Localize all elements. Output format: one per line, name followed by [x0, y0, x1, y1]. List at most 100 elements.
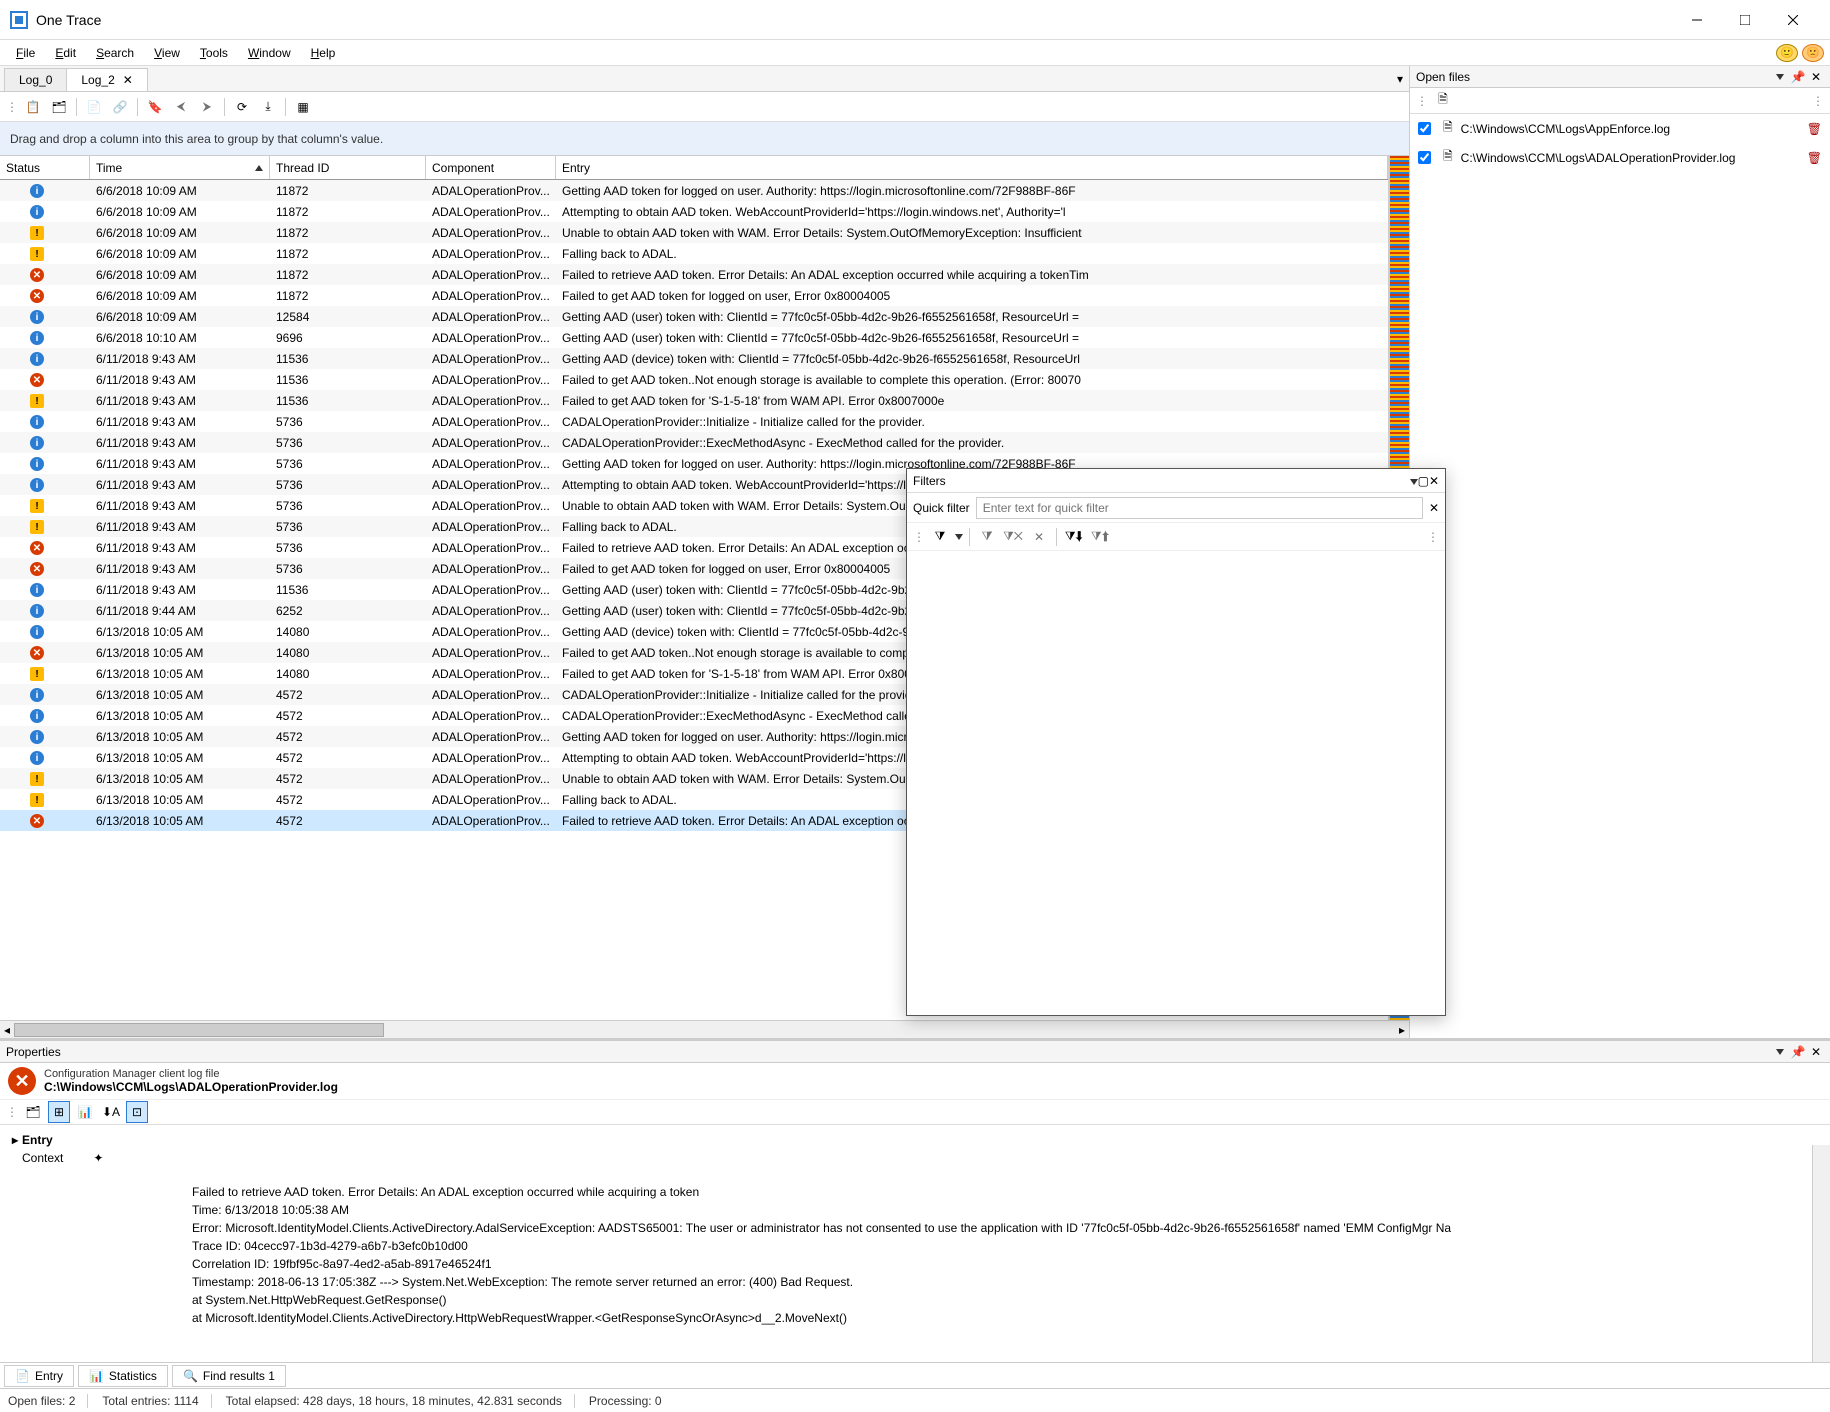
new-file-button[interactable]: 🗎	[1432, 90, 1454, 112]
quick-filter-input[interactable]	[976, 497, 1423, 519]
horizontal-scrollbar[interactable]: ◂ ▸	[0, 1020, 1409, 1038]
col-thread[interactable]: Thread ID	[270, 156, 426, 179]
copy2-button[interactable]: 📄	[83, 96, 105, 118]
link-button[interactable]: 🔗	[109, 96, 131, 118]
cell-component: ADALOperationProv...	[426, 287, 556, 305]
feedback-frown-icon[interactable]: 🙁	[1802, 44, 1824, 62]
minimize-button[interactable]	[1678, 5, 1724, 35]
filter-save-icon[interactable]: ⧩⬆	[1089, 526, 1111, 548]
log-row[interactable]: i6/11/2018 9:43 AM5736ADALOperationProv.…	[0, 411, 1388, 432]
prev-bookmark-button[interactable]: ⮜	[170, 96, 192, 118]
log-row[interactable]: i6/6/2018 10:09 AM12584ADALOperationProv…	[0, 306, 1388, 327]
menu-edit[interactable]: Edit	[45, 43, 86, 63]
col-component[interactable]: Component	[426, 156, 556, 179]
filters-dropdown-icon[interactable]	[1410, 474, 1418, 488]
filter-load-icon[interactable]: ⧩⬇	[1063, 526, 1085, 548]
filters-close-icon[interactable]: ✕	[1429, 474, 1439, 488]
filter-icon[interactable]: ⧩	[929, 526, 951, 548]
cell-thread: 11536	[270, 350, 426, 368]
props-btn2[interactable]: ⊞	[48, 1101, 70, 1123]
file-checkbox[interactable]	[1418, 122, 1431, 135]
filters-window[interactable]: Filters ▢ ✕ Quick filter ✕ ⋮ ⧩ ⧩̄ ⧩✕ ✕ ⧩…	[906, 468, 1446, 1016]
filter-delete-icon[interactable]: ✕	[1028, 526, 1050, 548]
cell-time: 6/6/2018 10:09 AM	[90, 308, 270, 326]
refresh-button[interactable]: ⟳	[231, 96, 253, 118]
log-row[interactable]: ✕6/11/2018 9:43 AM11536ADALOperationProv…	[0, 369, 1388, 390]
remove-file-icon[interactable]: 🗑	[1807, 151, 1822, 165]
cell-entry: Getting AAD (user) token with: ClientId …	[556, 308, 1388, 326]
cell-component: ADALOperationProv...	[426, 770, 556, 788]
tree-button[interactable]: 🗂	[48, 96, 70, 118]
cell-time: 6/13/2018 10:05 AM	[90, 749, 270, 767]
log-row[interactable]: !6/11/2018 9:43 AM11536ADALOperationProv…	[0, 390, 1388, 411]
props-btn1[interactable]: 🗂	[22, 1101, 44, 1123]
cell-time: 6/13/2018 10:05 AM	[90, 707, 270, 725]
cell-component: ADALOperationProv...	[426, 602, 556, 620]
props-btn3[interactable]: 📊	[74, 1101, 96, 1123]
cell-entry: Failed to retrieve AAD token. Error Deta…	[556, 266, 1388, 284]
menu-help[interactable]: Help	[301, 43, 346, 63]
group-by-bar[interactable]: Drag and drop a column into this area to…	[0, 122, 1409, 156]
open-files-list: 🗎C:\Windows\CCM\Logs\AppEnforce.log🗑🗎C:\…	[1410, 114, 1830, 172]
log-row[interactable]: !6/6/2018 10:09 AM11872ADALOperationProv…	[0, 243, 1388, 264]
log-row[interactable]: i6/11/2018 9:43 AM5736ADALOperationProv.…	[0, 432, 1388, 453]
log-row[interactable]: !6/6/2018 10:09 AM11872ADALOperationProv…	[0, 222, 1388, 243]
props-scrollbar[interactable]	[1812, 1145, 1830, 1362]
menu-search[interactable]: Search	[86, 43, 144, 63]
cell-thread: 6252	[270, 602, 426, 620]
tab-find-results[interactable]: 🔍Find results 1	[172, 1365, 286, 1387]
next-bookmark-button[interactable]: ⮞	[196, 96, 218, 118]
log-row[interactable]: ✕6/6/2018 10:09 AM11872ADALOperationProv…	[0, 285, 1388, 306]
menu-view[interactable]: View	[144, 43, 190, 63]
autoscroll-button[interactable]: ⤓	[257, 96, 279, 118]
scroll-right-icon[interactable]: ▸	[1395, 1023, 1409, 1037]
maximize-button[interactable]	[1726, 5, 1772, 35]
col-entry[interactable]: Entry	[556, 156, 1388, 179]
scroll-left-icon[interactable]: ◂	[0, 1023, 14, 1037]
filter-dropdown-icon[interactable]	[955, 534, 963, 540]
log-row[interactable]: i6/11/2018 9:43 AM11536ADALOperationProv…	[0, 348, 1388, 369]
feedback-smile-icon[interactable]: 🙂	[1776, 44, 1798, 62]
filters-titlebar[interactable]: Filters ▢ ✕	[907, 469, 1445, 493]
scroll-thumb[interactable]	[14, 1023, 384, 1037]
cell-time: 6/13/2018 10:05 AM	[90, 812, 270, 830]
tab-statistics[interactable]: 📊Statistics	[78, 1365, 168, 1387]
tabs-overflow-icon[interactable]: ▾	[1397, 72, 1403, 86]
file-checkbox[interactable]	[1418, 151, 1431, 164]
menu-file[interactable]: File	[6, 43, 45, 63]
col-status[interactable]: Status	[0, 156, 90, 179]
entry-detail: Failed to retrieve AAD token. Error Deta…	[192, 1167, 1818, 1327]
open-file-item[interactable]: 🗎C:\Windows\CCM\Logs\AppEnforce.log🗑	[1410, 114, 1830, 143]
props-close-icon[interactable]: ✕	[1808, 1044, 1824, 1060]
close-button[interactable]	[1774, 5, 1820, 35]
tab-entry[interactable]: 📄Entry	[4, 1365, 74, 1387]
props-pin-icon[interactable]: 📌	[1790, 1044, 1806, 1060]
props-dropdown-icon[interactable]	[1772, 1044, 1788, 1060]
col-time[interactable]: Time	[90, 156, 270, 179]
close-panel-icon[interactable]: ✕	[1808, 69, 1824, 85]
log-row[interactable]: i6/6/2018 10:10 AM9696ADALOperationProv.…	[0, 327, 1388, 348]
log-row[interactable]: ✕6/6/2018 10:09 AM11872ADALOperationProv…	[0, 264, 1388, 285]
bookmark-button[interactable]: 🔖	[144, 96, 166, 118]
open-file-item[interactable]: 🗎C:\Windows\CCM\Logs\ADALOperationProvid…	[1410, 143, 1830, 172]
props-btn4[interactable]: ⬇A	[100, 1101, 122, 1123]
filter-clear-icon[interactable]: ⧩✕	[1002, 526, 1024, 548]
expand-icon[interactable]: ✦	[93, 1151, 103, 1165]
pin-icon[interactable]: 📌	[1790, 69, 1806, 85]
filters-maximize-icon[interactable]: ▢	[1418, 474, 1429, 488]
clear-filter-icon[interactable]: ✕	[1429, 501, 1439, 515]
tab-log2[interactable]: Log_2✕	[66, 68, 147, 91]
columns-button[interactable]: ▦	[292, 96, 314, 118]
copy-button[interactable]: 📋	[22, 96, 44, 118]
log-row[interactable]: i6/6/2018 10:09 AM11872ADALOperationProv…	[0, 180, 1388, 201]
cell-entry: CADALOperationProvider::ExecMethodAsync …	[556, 434, 1388, 452]
log-row[interactable]: i6/6/2018 10:09 AM11872ADALOperationProv…	[0, 201, 1388, 222]
menu-tools[interactable]: Tools	[190, 43, 238, 63]
tab-close-icon[interactable]: ✕	[123, 73, 133, 87]
filter-up-icon[interactable]: ⧩̄	[976, 526, 998, 548]
tab-log0[interactable]: Log_0	[4, 68, 67, 91]
remove-file-icon[interactable]: 🗑	[1807, 122, 1822, 136]
dropdown-icon[interactable]	[1772, 69, 1788, 85]
menu-window[interactable]: Window	[238, 43, 301, 63]
props-btn5[interactable]: ⊡	[126, 1101, 148, 1123]
